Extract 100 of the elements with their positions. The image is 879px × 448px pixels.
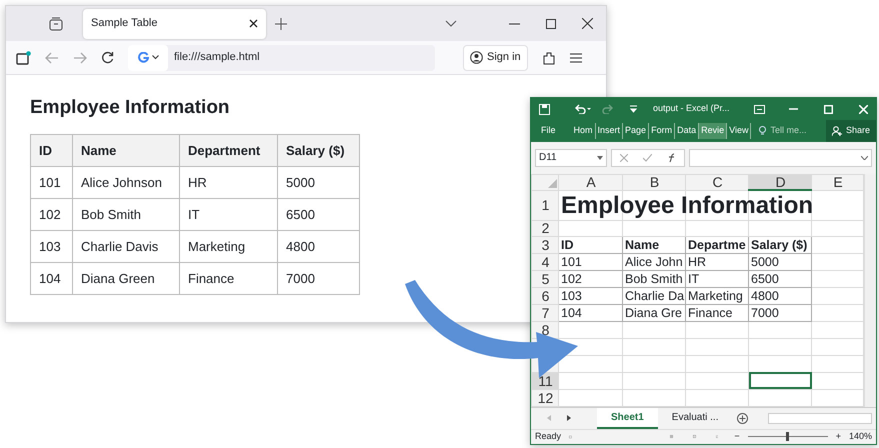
menu-icon[interactable] (570, 52, 582, 62)
table-cell: 6500 (278, 198, 360, 230)
table-cell: 5000 (278, 166, 360, 198)
function-icon[interactable] (666, 152, 676, 163)
row-header[interactable]: 7 (532, 304, 558, 322)
table-cell: Diana Green (72, 262, 180, 294)
column-header: Name (72, 134, 180, 166)
column-header: Salary ($) (278, 134, 360, 166)
customize-icon[interactable] (630, 105, 637, 113)
status-text: Ready (535, 430, 562, 444)
cell: IT (686, 270, 748, 288)
cell: Finance (686, 304, 748, 322)
column-header[interactable]: C (686, 174, 748, 190)
sign-in-button[interactable]: Sign in (463, 44, 528, 70)
ribbon-tab[interactable]: File (539, 123, 558, 139)
zoom-in-button[interactable]: + (836, 430, 841, 444)
cell: 7000 (748, 304, 812, 322)
cell: ID (558, 236, 622, 254)
add-person-icon (832, 126, 842, 136)
ribbon-display-icon[interactable] (754, 104, 765, 114)
table-cell: 101 (30, 166, 72, 198)
chevron-down-icon[interactable] (152, 55, 158, 60)
column-header[interactable]: D (748, 174, 812, 190)
table-cell: Bob Smith (72, 198, 180, 230)
vertical-scrollbar[interactable] (864, 174, 876, 407)
cell: Salary ($) (748, 236, 812, 254)
column-header[interactable]: B (622, 174, 686, 190)
zoom-thumb[interactable] (786, 432, 790, 442)
cell: Departme (686, 236, 748, 254)
row-header[interactable]: 5 (532, 270, 558, 288)
column-header: ID (30, 134, 72, 166)
scroll-right-icon[interactable] (567, 415, 571, 422)
add-sheet-icon[interactable] (736, 412, 748, 424)
table-cell: Alice Johnson (72, 166, 180, 198)
browser-tab[interactable]: Sample Table (83, 8, 266, 38)
active-cell[interactable] (748, 372, 812, 390)
ribbon-tab[interactable]: Form (649, 123, 676, 139)
row-header[interactable]: 6 (532, 287, 558, 304)
address-bar[interactable]: file:///sample.html (128, 44, 435, 70)
cell: Diana Gre (622, 304, 686, 322)
person-icon (470, 51, 483, 64)
cell: Name (622, 236, 686, 254)
cell: HR (686, 253, 748, 270)
share-button[interactable]: Share (826, 120, 876, 142)
cell: Marketing (686, 287, 748, 304)
extensions-icon[interactable] (542, 50, 556, 64)
cell: 101 (558, 253, 622, 270)
column-header[interactable]: A (558, 174, 622, 190)
ribbon-tab[interactable]: Page (623, 123, 650, 139)
ribbon-tab[interactable]: View (727, 123, 752, 139)
table-cell: 104 (30, 262, 72, 294)
search-engine-icon[interactable] (138, 52, 148, 63)
cell: Bob Smith (622, 270, 686, 288)
cell: Alice John (622, 253, 686, 270)
table-cell: Marketing (180, 230, 278, 262)
column-header: Department (180, 134, 278, 166)
ribbon-tab[interactable]: Insert (596, 123, 624, 139)
row-header[interactable]: 11 (532, 372, 558, 390)
save-icon[interactable] (539, 104, 550, 114)
close-icon[interactable] (249, 19, 258, 28)
table-cell: 102 (30, 198, 72, 230)
minimize-icon[interactable] (509, 22, 520, 24)
chevron-down-icon[interactable] (445, 20, 457, 28)
tab-title: Sample Table (91, 16, 158, 32)
table-cell: Finance (180, 262, 278, 294)
cell: 104 (558, 304, 622, 322)
table-cell: Charlie Davis (72, 230, 180, 262)
page-heading: Employee Information (30, 97, 230, 120)
tab-tray-icon[interactable] (49, 16, 63, 30)
undo-icon[interactable] (574, 104, 592, 114)
column-header[interactable]: E (812, 174, 864, 190)
table-cell: IT (180, 198, 278, 230)
ribbon-tab[interactable]: Revie (699, 123, 728, 139)
window-icon[interactable] (16, 50, 31, 64)
name-box[interactable]: D11 (535, 148, 607, 167)
zoom-level: 140% (848, 430, 872, 444)
reload-icon[interactable] (101, 51, 114, 64)
horizontal-scrollbar[interactable] (768, 412, 872, 424)
new-tab-icon[interactable] (275, 18, 287, 30)
row-header[interactable]: 1 (532, 190, 558, 220)
cell: 4800 (748, 287, 812, 304)
zoom-out-button[interactable]: − (734, 430, 740, 444)
window-title: output - Excel (Pr... (653, 102, 730, 116)
ribbon-tab[interactable]: Hom (572, 123, 596, 139)
search-field[interactable]: Tell me... (770, 124, 806, 138)
sheet-title: Employee Information (561, 192, 814, 220)
row-header[interactable]: 4 (532, 253, 558, 270)
table-cell: 103 (30, 230, 72, 262)
maximize-icon[interactable] (546, 18, 556, 28)
lightbulb-icon (759, 126, 766, 136)
cell: 103 (558, 287, 622, 304)
row-header[interactable]: 12 (532, 389, 558, 406)
row-header[interactable]: 2 (532, 220, 558, 236)
cell: 5000 (748, 253, 812, 270)
sheet-tab[interactable]: Evaluati ... (658, 408, 732, 429)
sheet-tab[interactable]: Sheet1 (597, 408, 658, 429)
row-header[interactable]: 3 (532, 236, 558, 254)
cell: 6500 (748, 270, 812, 288)
table-cell: HR (180, 166, 278, 198)
close-icon[interactable] (582, 18, 593, 29)
